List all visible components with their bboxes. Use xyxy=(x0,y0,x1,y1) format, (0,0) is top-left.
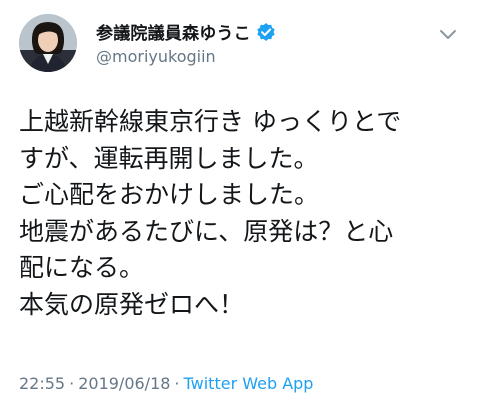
tweet-line: 本気の原発ゼロへ！ xyxy=(19,289,245,319)
meta-separator: · xyxy=(69,374,75,393)
tweet-line: ご心配をおかけしました。 xyxy=(19,180,320,209)
tweet-line: すが、運転再開しました。 xyxy=(19,143,319,173)
tweet-text: 上越新幹線東京行き ゆっくりとで すが、運転再開しました。 ご心配をおかけしまし… xyxy=(19,104,474,323)
tweet-line: 配になる。 xyxy=(19,253,145,282)
display-name[interactable]: 参議院議員森ゆうこ xyxy=(96,19,251,44)
avatar[interactable] xyxy=(19,14,77,72)
avatar-photo xyxy=(19,14,77,72)
tweet-time[interactable]: 22:55 xyxy=(19,374,65,393)
account-name-row: 参議院議員森ゆうこ xyxy=(96,19,276,44)
tweet-date[interactable]: 2019/06/18 xyxy=(78,374,170,393)
meta-separator: · xyxy=(174,374,180,393)
verified-badge-icon xyxy=(256,22,276,42)
tweet-line: 上越新幹線東京行き ゆっくりとで xyxy=(19,107,402,136)
tweet-card: 参議院議員森ゆうこ @moriyukogiin 上越新幹線東京行き ゆっくりとで… xyxy=(0,0,480,409)
source-app-link[interactable]: Twitter Web App xyxy=(184,374,314,393)
tweet-line: 地震があるたびに、原発は？と心 xyxy=(19,216,394,246)
chevron-down-icon[interactable] xyxy=(438,27,458,41)
tweet-meta: 22:55 · 2019/06/18 · Twitter Web App xyxy=(19,374,313,393)
account-handle[interactable]: @moriyukogiin xyxy=(96,47,216,66)
